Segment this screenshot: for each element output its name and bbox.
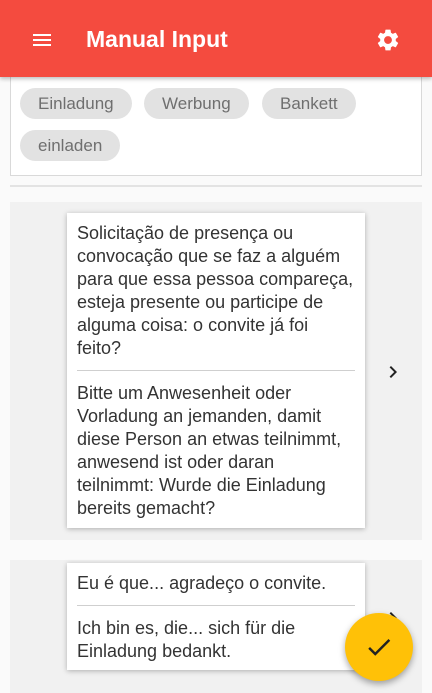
- checkmark-icon: [368, 639, 391, 656]
- confirm-fab-button[interactable]: [345, 613, 413, 681]
- card-separator: [77, 370, 355, 371]
- menu-icon: [33, 34, 51, 46]
- tag-chip[interactable]: Werbung: [144, 88, 249, 119]
- tag-chip[interactable]: einladen: [20, 130, 121, 161]
- tags-panel: Einladung Werbung Bankett einladen: [10, 60, 422, 176]
- translation-card[interactable]: Eu é que... agradeço o convite. Ich bin …: [67, 563, 365, 670]
- source-text: Eu é que... agradeço o convite.: [77, 573, 327, 593]
- app-bar: Manual Input: [0, 0, 432, 77]
- menu-button[interactable]: [22, 22, 62, 58]
- chevron-right-icon[interactable]: [381, 360, 405, 384]
- target-text: Bitte um Anwesenheit oder Vorladung an j…: [77, 383, 342, 518]
- settings-button[interactable]: [370, 22, 406, 58]
- card-separator: [77, 605, 355, 606]
- tag-chip[interactable]: Bankett: [262, 88, 356, 119]
- page-title: Manual Input: [86, 26, 228, 52]
- source-text: Solicitação de presença ou convocação qu…: [77, 223, 354, 358]
- translation-card[interactable]: Solicitação de presença ou convocação qu…: [67, 213, 365, 528]
- tag-chip[interactable]: Einladung: [20, 88, 132, 119]
- target-text: Ich bin es, die... sich für die Einladun…: [77, 618, 296, 661]
- divider: [10, 185, 422, 187]
- settings-gear-icon: [377, 29, 399, 51]
